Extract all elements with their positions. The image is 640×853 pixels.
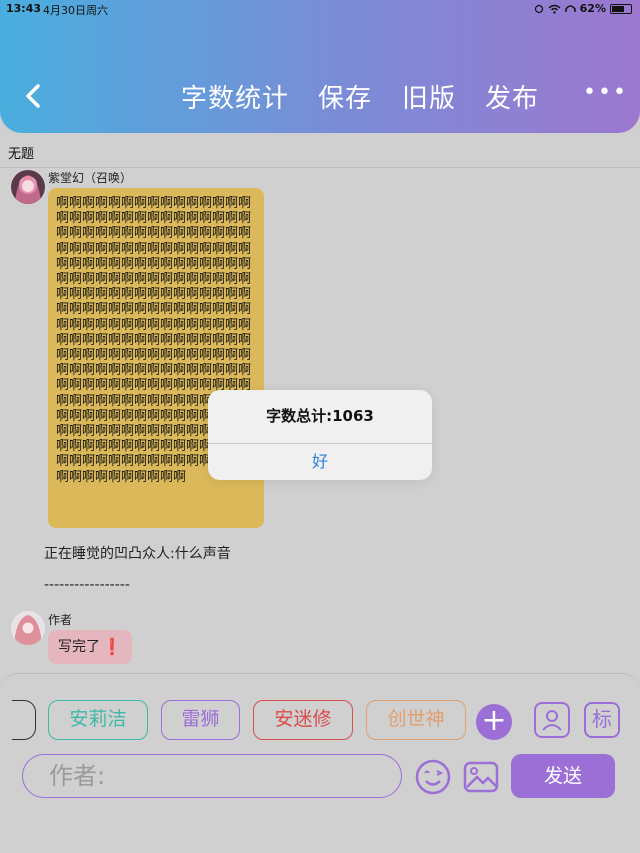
add-character-button[interactable]: + xyxy=(476,704,512,740)
character-chip-leishi[interactable]: 雷狮 xyxy=(161,700,240,740)
title-divider xyxy=(0,167,640,168)
document-title: 无题 xyxy=(8,147,35,162)
sender-name: 紫堂幻（召唤） xyxy=(48,171,133,185)
character-chip-anlijie[interactable]: 安莉洁 xyxy=(48,700,148,740)
status-time: 13:43 xyxy=(6,2,42,15)
status-date: 4月30日周六 xyxy=(43,4,108,17)
battery-percent: 62% xyxy=(579,2,606,15)
back-chevron-icon[interactable] xyxy=(20,78,46,114)
nav-publish[interactable]: 发布 xyxy=(485,78,539,115)
send-button[interactable]: 发送 xyxy=(511,754,615,798)
nav-word-count[interactable]: 字数统计 xyxy=(181,78,289,115)
character-card-icon[interactable] xyxy=(534,702,570,738)
character-chip-chuangshishen[interactable]: 创世神 xyxy=(366,700,466,740)
author-name: 作者 xyxy=(48,613,73,627)
status-right: 62% xyxy=(534,2,632,15)
nav-old-version[interactable]: 旧版 xyxy=(402,78,456,115)
image-icon[interactable] xyxy=(462,758,500,796)
wifi-icon xyxy=(548,4,561,14)
author-message-text: 写完了 xyxy=(58,639,100,655)
orientation-lock-icon xyxy=(534,4,543,13)
alert-message: 字数总计:1063 xyxy=(266,407,374,425)
author-avatar[interactable] xyxy=(11,611,45,645)
status-bar: 13:43 4月30日周六 62% xyxy=(0,1,640,17)
scrolled-chip-edge[interactable] xyxy=(12,700,36,740)
narration-text: 正在睡觉的凹凸众人:什么声音 xyxy=(44,546,231,562)
exclamation-icon: ❗ xyxy=(102,637,122,656)
tag-button[interactable]: 标 xyxy=(584,702,620,738)
author-message-bubble[interactable]: 写完了 ❗ xyxy=(48,630,132,664)
alert-ok-button[interactable]: 好 xyxy=(208,444,432,480)
headphones-icon xyxy=(564,4,576,12)
character-chip-anmixiu[interactable]: 安迷修 xyxy=(253,700,353,740)
more-icon[interactable]: ••• xyxy=(583,80,628,105)
message-input[interactable]: 作者: xyxy=(22,754,402,798)
emoji-icon[interactable] xyxy=(414,758,452,796)
dashed-divider: ----------------- xyxy=(44,577,130,593)
word-count-alert: 字数总计:1063 好 xyxy=(208,390,432,480)
input-panel: 安莉洁 雷狮 安迷修 创世神 + 标 作者: 发送 xyxy=(0,673,640,853)
nav-save[interactable]: 保存 xyxy=(318,78,372,115)
avatar[interactable] xyxy=(11,170,45,204)
battery-icon xyxy=(610,3,632,14)
top-header: 13:43 4月30日周六 62% 字数统计 保存 旧版 发布 ••• xyxy=(0,0,640,133)
